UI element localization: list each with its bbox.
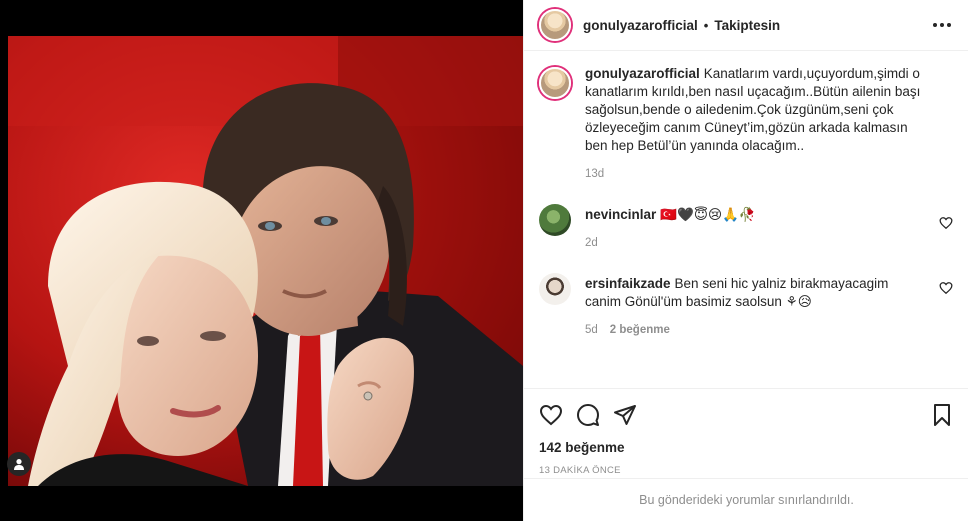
commenter-avatar[interactable] bbox=[539, 273, 571, 305]
post-timestamp[interactable]: 13 DAKİKA ÖNCE bbox=[539, 465, 954, 476]
comment-body: nevincinlar 🇹🇷🖤😇😢🙏🥀 2d bbox=[585, 202, 925, 252]
comment-row: ersinfaikzade Ben seni hic yalniz birakma… bbox=[539, 271, 953, 339]
save-bookmark-icon[interactable] bbox=[930, 403, 954, 427]
action-icons bbox=[539, 401, 954, 429]
comment-age[interactable]: 2d bbox=[585, 234, 598, 252]
comment-age[interactable]: 5d bbox=[585, 321, 598, 339]
comment-text: 🇹🇷🖤😇😢🙏🥀 bbox=[660, 207, 756, 222]
post-media bbox=[0, 0, 523, 521]
caption-username[interactable]: gonulyazarofficial bbox=[585, 66, 700, 81]
share-send-icon[interactable] bbox=[613, 403, 637, 427]
post-photo[interactable] bbox=[8, 36, 523, 486]
following-status-button[interactable]: Takiptesin bbox=[714, 18, 780, 33]
comment-row: nevincinlar 🇹🇷🖤😇😢🙏🥀 2d bbox=[539, 202, 953, 252]
post-photo-illustration bbox=[8, 36, 523, 486]
more-options-button[interactable] bbox=[930, 13, 954, 37]
comment-meta: 5d 2 beğenme bbox=[585, 321, 925, 339]
person-icon bbox=[14, 459, 24, 470]
comment-meta: 2d bbox=[585, 234, 925, 252]
like-comment-heart-icon[interactable] bbox=[939, 216, 953, 230]
comment-like-count[interactable]: 2 beğenme bbox=[610, 321, 670, 339]
caption-meta: 13d bbox=[585, 165, 925, 183]
comment-bubble-icon[interactable] bbox=[576, 403, 600, 427]
more-horizontal-icon bbox=[933, 23, 951, 27]
comment-username[interactable]: nevincinlar bbox=[585, 207, 656, 222]
post-side-panel: gonulyazarofficial • Takiptesin gonulyaz… bbox=[523, 0, 968, 521]
caption-row: gonulyazarofficial Kanatlarım vardı,uçuyo… bbox=[539, 65, 953, 183]
commenter-avatar[interactable] bbox=[539, 204, 571, 236]
caption-age[interactable]: 13d bbox=[585, 165, 604, 183]
tagged-users-button[interactable] bbox=[7, 452, 31, 476]
post-header: gonulyazarofficial • Takiptesin bbox=[524, 0, 968, 51]
comments-section: gonulyazarofficial Kanatlarım vardı,uçuyo… bbox=[524, 52, 968, 388]
separator-dot: • bbox=[703, 17, 709, 33]
caption-author-avatar[interactable] bbox=[539, 67, 571, 99]
comment-body: ersinfaikzade Ben seni hic yalniz birakma… bbox=[585, 271, 925, 339]
caption-body: gonulyazarofficial Kanatlarım vardı,uçuyo… bbox=[585, 65, 925, 183]
comments-limited-notice: Bu gönderideki yorumlar sınırlandırıldı. bbox=[524, 478, 968, 521]
comment-username[interactable]: ersinfaikzade bbox=[585, 276, 671, 291]
likes-count[interactable]: 142 beğenme bbox=[539, 440, 954, 455]
author-avatar[interactable] bbox=[539, 9, 571, 41]
like-heart-icon[interactable] bbox=[539, 403, 563, 427]
like-comment-heart-icon[interactable] bbox=[939, 281, 953, 295]
instagram-post-view: gonulyazarofficial • Takiptesin gonulyaz… bbox=[0, 0, 968, 521]
author-username[interactable]: gonulyazarofficial bbox=[583, 18, 698, 33]
post-actions: 142 beğenme 13 DAKİKA ÖNCE bbox=[524, 388, 968, 476]
